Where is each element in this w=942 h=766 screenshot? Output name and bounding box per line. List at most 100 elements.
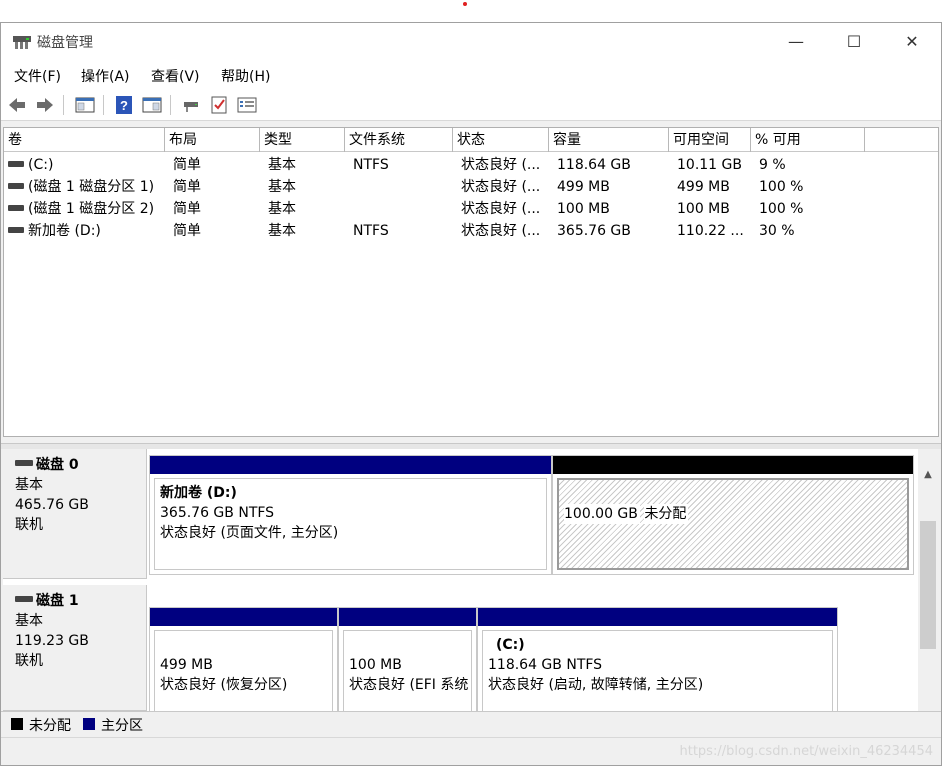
disk-type: 基本 (15, 613, 43, 629)
status-cell: 状态良好 (... (461, 179, 541, 195)
minimize-button[interactable]: — (767, 23, 825, 61)
disk-type: 基本 (15, 477, 43, 493)
connect-drive-icon[interactable] (181, 95, 201, 115)
capacity-cell: 100 MB (557, 201, 610, 217)
volume-cell: 新加卷 (D:) (4, 220, 165, 242)
toolbar: ? (1, 89, 941, 121)
capacity-cell: 499 MB (557, 179, 610, 195)
col-header-layout[interactable]: 布局 (165, 128, 260, 152)
red-dot (463, 2, 467, 6)
forward-arrow-icon[interactable] (35, 95, 55, 115)
volume-cell: (磁盘 1 磁盘分区 2) (4, 198, 165, 220)
type-cell: 基本 (268, 157, 296, 173)
col-header-free-space[interactable]: 可用空间 (669, 128, 751, 152)
layout-cell: 简单 (173, 179, 201, 195)
disk-status: 联机 (15, 653, 43, 669)
partition-color-bar (339, 608, 476, 626)
partition-size: 365.76 GB NTFS (160, 505, 275, 521)
list-view-icon[interactable] (237, 95, 257, 115)
percent-free-cell: 9 % (759, 157, 786, 173)
properties-icon[interactable] (142, 95, 162, 115)
drive-icon (8, 205, 24, 211)
free-space-cell: 100 MB (677, 201, 730, 217)
partition-status: 状态良好 (恢复分区) (160, 677, 288, 693)
capacity-cell: 118.64 GB (557, 157, 631, 173)
svg-text:?: ? (120, 98, 128, 113)
volume-list-header: 卷 布局 类型 文件系统 状态 容量 可用空间 % 可用 (4, 128, 938, 152)
partition-size: 100 MB (349, 657, 402, 673)
disk-icon (15, 596, 33, 602)
menu-action[interactable]: 操作(A) (81, 66, 130, 86)
legend-primary: 主分区 (101, 718, 143, 734)
col-header-filesystem[interactable]: 文件系统 (345, 128, 453, 152)
disk-name: 磁盘 0 (36, 457, 79, 473)
title-bar: 磁盘管理 — ☐ ✕ (1, 23, 941, 61)
partition-c[interactable]: (C:) 118.64 GB NTFS 状态良好 (启动, 故障转储, 主分区) (477, 607, 838, 711)
help-icon[interactable]: ? (114, 95, 134, 115)
toolbar-separator (103, 95, 104, 115)
unallocated-swatch (11, 718, 23, 730)
partition-color-bar (150, 608, 337, 626)
partition-color-bar (553, 456, 913, 474)
disk-status: 联机 (15, 517, 43, 533)
partition-status: 未分配 (644, 504, 689, 524)
filesystem-cell: NTFS (353, 223, 389, 239)
partition-d[interactable]: 新加卷 (D:) 365.76 GB NTFS 状态良好 (页面文件, 主分区) (149, 455, 552, 575)
menu-view[interactable]: 查看(V) (151, 66, 200, 86)
table-row[interactable]: (C:) 简单 基本 NTFS 状态良好 (... 118.64 GB 10.1… (4, 154, 938, 176)
console-tree-icon[interactable] (75, 95, 95, 115)
scroll-up-icon[interactable]: ▲ (918, 467, 938, 483)
toolbar-separator (63, 95, 64, 115)
partition-title (160, 635, 327, 655)
table-row[interactable]: 新加卷 (D:) 简单 基本 NTFS 状态良好 (... 365.76 GB … (4, 220, 938, 242)
percent-free-cell: 100 % (759, 179, 804, 195)
scrollbar-thumb[interactable] (920, 521, 936, 649)
table-row[interactable]: (磁盘 1 磁盘分区 1) 简单 基本 状态良好 (... 499 MB 499… (4, 176, 938, 198)
volume-name: (磁盘 1 磁盘分区 1) (28, 179, 155, 195)
percent-free-cell: 30 % (759, 223, 795, 239)
disk-1-label[interactable]: 磁盘 1 基本 119.23 GB 联机 (3, 585, 147, 711)
disk-icon (15, 460, 33, 466)
status-bar: https://blog.csdn.net/weixin_46234454 (1, 737, 941, 765)
partition-info: 499 MB 状态良好 (恢复分区) (154, 630, 333, 711)
menu-help[interactable]: 帮助(H) (221, 66, 270, 86)
legend-bar: 未分配 主分区 (1, 711, 941, 735)
free-space-cell: 10.11 GB (677, 157, 742, 173)
type-cell: 基本 (268, 223, 296, 239)
partition-size: 118.64 GB NTFS (488, 657, 603, 673)
table-row[interactable]: (磁盘 1 磁盘分区 2) 简单 基本 状态良好 (... 100 MB 100… (4, 198, 938, 220)
col-header-status[interactable]: 状态 (453, 128, 549, 152)
partition-efi[interactable]: 100 MB 状态良好 (EFI 系统 (338, 607, 477, 711)
top-strip (0, 0, 942, 22)
checklist-icon[interactable] (209, 95, 229, 115)
col-header-type[interactable]: 类型 (260, 128, 345, 152)
partition-title: (C:) (496, 637, 525, 653)
drive-icon (8, 227, 24, 233)
percent-free-cell: 100 % (759, 201, 804, 217)
status-cell: 状态良好 (... (461, 201, 541, 217)
disk-management-app-icon (13, 36, 31, 49)
volume-list: 卷 布局 类型 文件系统 状态 容量 可用空间 % 可用 (C:) 简单 基本 … (3, 127, 939, 437)
partition-recovery[interactable]: 499 MB 状态良好 (恢复分区) (149, 607, 338, 711)
col-header-volume[interactable]: 卷 (4, 128, 165, 152)
drive-icon (8, 183, 24, 189)
partition-status: 状态良好 (启动, 故障转储, 主分区) (488, 677, 704, 693)
disk-management-window: 磁盘管理 — ☐ ✕ 文件(F) 操作(A) 查看(V) 帮助(H) ? 卷 布… (0, 22, 942, 766)
partition-size: 499 MB (160, 657, 213, 673)
volume-cell: (C:) (4, 154, 165, 176)
back-arrow-icon[interactable] (7, 95, 27, 115)
disk-view-scrollbar[interactable]: ▲ ▼ (918, 467, 938, 737)
drive-icon (8, 161, 24, 167)
menu-file[interactable]: 文件(F) (14, 66, 61, 86)
col-header-percent-free[interactable]: % 可用 (751, 128, 865, 152)
volume-name: (C:) (28, 157, 54, 173)
legend-unallocated: 未分配 (29, 718, 71, 734)
disk-0-label[interactable]: 磁盘 0 基本 465.76 GB 联机 (3, 449, 147, 579)
disk-size: 119.23 GB (15, 633, 89, 649)
col-header-capacity[interactable]: 容量 (549, 128, 669, 152)
maximize-button[interactable]: ☐ (825, 23, 883, 61)
close-button[interactable]: ✕ (883, 23, 941, 61)
free-space-cell: 499 MB (677, 179, 730, 195)
layout-cell: 简单 (173, 157, 201, 173)
partition-unallocated[interactable]: 100.00 GB 未分配 (552, 455, 914, 575)
